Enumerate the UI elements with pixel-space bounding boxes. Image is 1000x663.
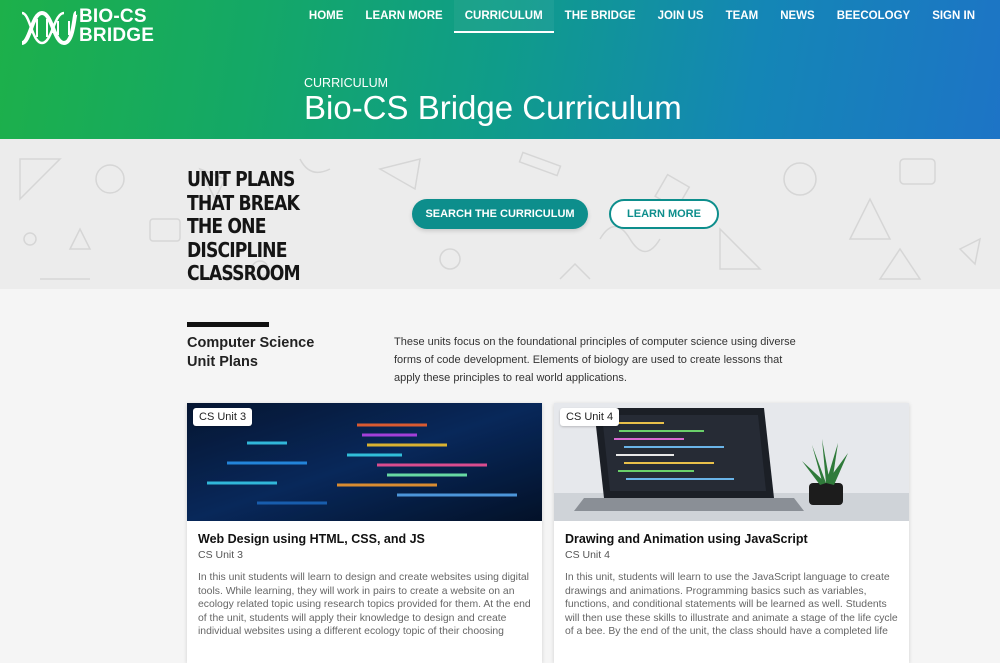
- unit-card-cs3[interactable]: CS Unit 3 Web Design using HTML, CSS, an…: [187, 403, 542, 663]
- nav-beecology[interactable]: BEECOLOGY: [826, 0, 921, 33]
- card-description: In this unit students will learn to desi…: [198, 572, 531, 637]
- learn-more-button[interactable]: LEARN MORE: [609, 199, 719, 229]
- nav-curriculum[interactable]: CURRICULUM: [453, 0, 554, 33]
- nav-team[interactable]: TEAM: [715, 0, 770, 33]
- unit-card-cs4[interactable]: CS Unit 4 Drawing and Animation using Ja…: [554, 403, 909, 663]
- card-title[interactable]: Drawing and Animation using JavaScript: [565, 532, 808, 546]
- card-description: In this unit, students will learn to use…: [565, 572, 898, 637]
- page-title: Bio-CS Bridge Curriculum: [304, 89, 682, 126]
- section-title-line1: Computer Science: [187, 335, 315, 351]
- nav-the-bridge[interactable]: THE BRIDGE: [554, 0, 647, 33]
- site-header: BIO-CS BRIDGE HOME LEARN MORE CURRICULUM…: [0, 0, 1000, 139]
- section-title: Computer Science Unit Plans: [187, 334, 367, 372]
- code-on-screen-image[interactable]: CS Unit 3: [187, 403, 542, 521]
- band-heading: UNIT PLANS THAT BREAK THE ONE DISCIPLINE…: [187, 167, 301, 285]
- dna-logo-icon: [21, 10, 78, 46]
- brand-logo[interactable]: BIO-CS BRIDGE: [20, 7, 154, 47]
- nav-home[interactable]: HOME: [298, 0, 355, 33]
- section-divider: [187, 322, 269, 327]
- brand-wordmark: BIO-CS BRIDGE: [79, 7, 154, 45]
- card-badge: CS Unit 3: [193, 408, 253, 426]
- card-title[interactable]: Web Design using HTML, CSS, and JS: [198, 532, 425, 546]
- section-title-line2: Unit Plans: [187, 354, 258, 370]
- brand-line2: BRIDGE: [79, 25, 155, 46]
- nav-join-us[interactable]: JOIN US: [647, 0, 715, 33]
- card-badge: CS Unit 4: [560, 408, 620, 426]
- card-subtitle: CS Unit 3: [198, 549, 243, 561]
- card-subtitle: CS Unit 4: [565, 549, 610, 561]
- nav-news[interactable]: NEWS: [769, 0, 826, 33]
- nav-sign-in[interactable]: SIGN IN: [921, 0, 986, 33]
- search-curriculum-button[interactable]: SEARCH THE CURRICULUM: [412, 199, 588, 229]
- brand-line1: BIO-CS: [79, 6, 147, 27]
- main-nav: HOME LEARN MORE CURRICULUM THE BRIDGE JO…: [298, 0, 986, 33]
- laptop-with-plant-image[interactable]: CS Unit 4: [554, 403, 909, 521]
- nav-learn-more[interactable]: LEARN MORE: [354, 0, 453, 33]
- section-description: These units focus on the foundational pr…: [394, 336, 796, 384]
